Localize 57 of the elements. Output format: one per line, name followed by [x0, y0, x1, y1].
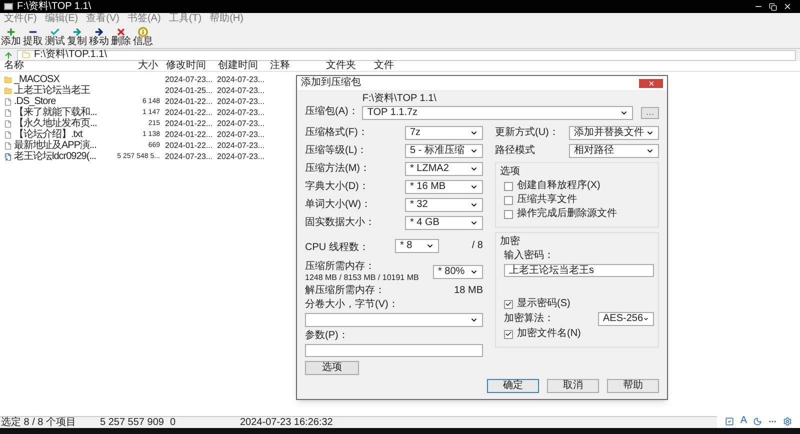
group-title: 加密 [500, 237, 521, 247]
file-name: 【论坛介绍】.txt [14, 130, 82, 140]
field-label: 路径模式 [495, 146, 535, 156]
archive-path: F:\资料\TOP 1.1\ [362, 94, 438, 104]
file-name: 最新地址及APP演... [14, 140, 96, 150]
modified-time: 2024-07-23... [165, 74, 213, 84]
field-label: 固实数据大小： [305, 218, 375, 228]
created-time: 2024-07-23... [217, 118, 265, 128]
field-label: 压缩方法(M)： [305, 164, 370, 174]
field-label: 压缩格式(F)： [305, 128, 368, 138]
status-text: 5 257 557 909 [100, 418, 165, 428]
thread-total: / 8 [472, 241, 483, 251]
modified-time: 2024-01-22... [165, 130, 213, 138]
created-time: 2024-07-23... [217, 140, 265, 150]
field-label: CPU 线程数： [305, 242, 369, 253]
modified-time: 2024-01-22... [165, 140, 213, 150]
modified-time: 2024-01-22... [165, 108, 213, 116]
file-name: .DS_Store [14, 96, 56, 106]
status-text: 2024-07-23 16:26:32 [240, 418, 334, 428]
file-name: _MACOSX [14, 74, 60, 84]
created-time: 2024-07-23... [217, 130, 265, 138]
field-label: 压缩等级(L)： [305, 146, 368, 156]
field-label: 更新方式(U)： [495, 128, 559, 138]
created-time: 2024-07-23... [217, 96, 265, 106]
file-name: 【永久地址发布页... [14, 118, 97, 128]
status-text: 选定 8 / 8 个项目 [0, 418, 78, 428]
file-name: 老王论坛ldcr0929(... [14, 152, 96, 162]
dialog-title: 添加到压缩包 [301, 78, 361, 88]
field-label: 单词大小(W)： [305, 200, 372, 210]
checkbox-label: 压缩共享文件 [517, 195, 577, 205]
field-label: 压缩包(A)： [305, 106, 358, 117]
field-label: 解压缩所需内存： [305, 286, 385, 296]
field-label: 加密算法： [504, 314, 554, 324]
status-text: 0 [170, 418, 177, 428]
created-time: 2024-07-23... [217, 74, 265, 84]
field-label: 字典大小(D)： [305, 182, 369, 192]
file-name: 上老王论坛当老王 [14, 86, 90, 96]
checkbox-label: 加密文件名(N) [517, 329, 581, 339]
checkbox-label: 操作完成后删除源文件 [517, 209, 617, 219]
field-label: 参数(P)： [305, 331, 350, 341]
modified-time: 2024-07-23... [165, 152, 213, 160]
window-title: F:\资料\TOP 1.1\ [17, 0, 92, 12]
memory-value: 18 MB [454, 286, 483, 296]
field-label: 分卷大小，字节(V)： [305, 300, 400, 310]
created-time: 2024-07-23... [217, 152, 265, 160]
field-label: 压缩所需内存： [305, 262, 376, 272]
created-time: 2024-07-23... [217, 108, 265, 116]
modified-time: 2024-01-25... [165, 86, 213, 94]
memory-usage: 1248 MB / 8153 MB / 10191 MB [305, 274, 419, 282]
created-time: 2024-07-23... [217, 86, 265, 94]
checkbox-label: 显示密码(S) [517, 299, 570, 309]
modified-time: 2024-01-22... [165, 118, 213, 128]
modified-time: 2024-01-22... [165, 96, 213, 106]
file-name: 【来了就能下载和... [14, 108, 97, 118]
group-title: 选项 [500, 167, 521, 177]
checkbox-label: 创建自释放程序(X) [517, 181, 600, 191]
field-label: 输入密码： [504, 251, 555, 261]
